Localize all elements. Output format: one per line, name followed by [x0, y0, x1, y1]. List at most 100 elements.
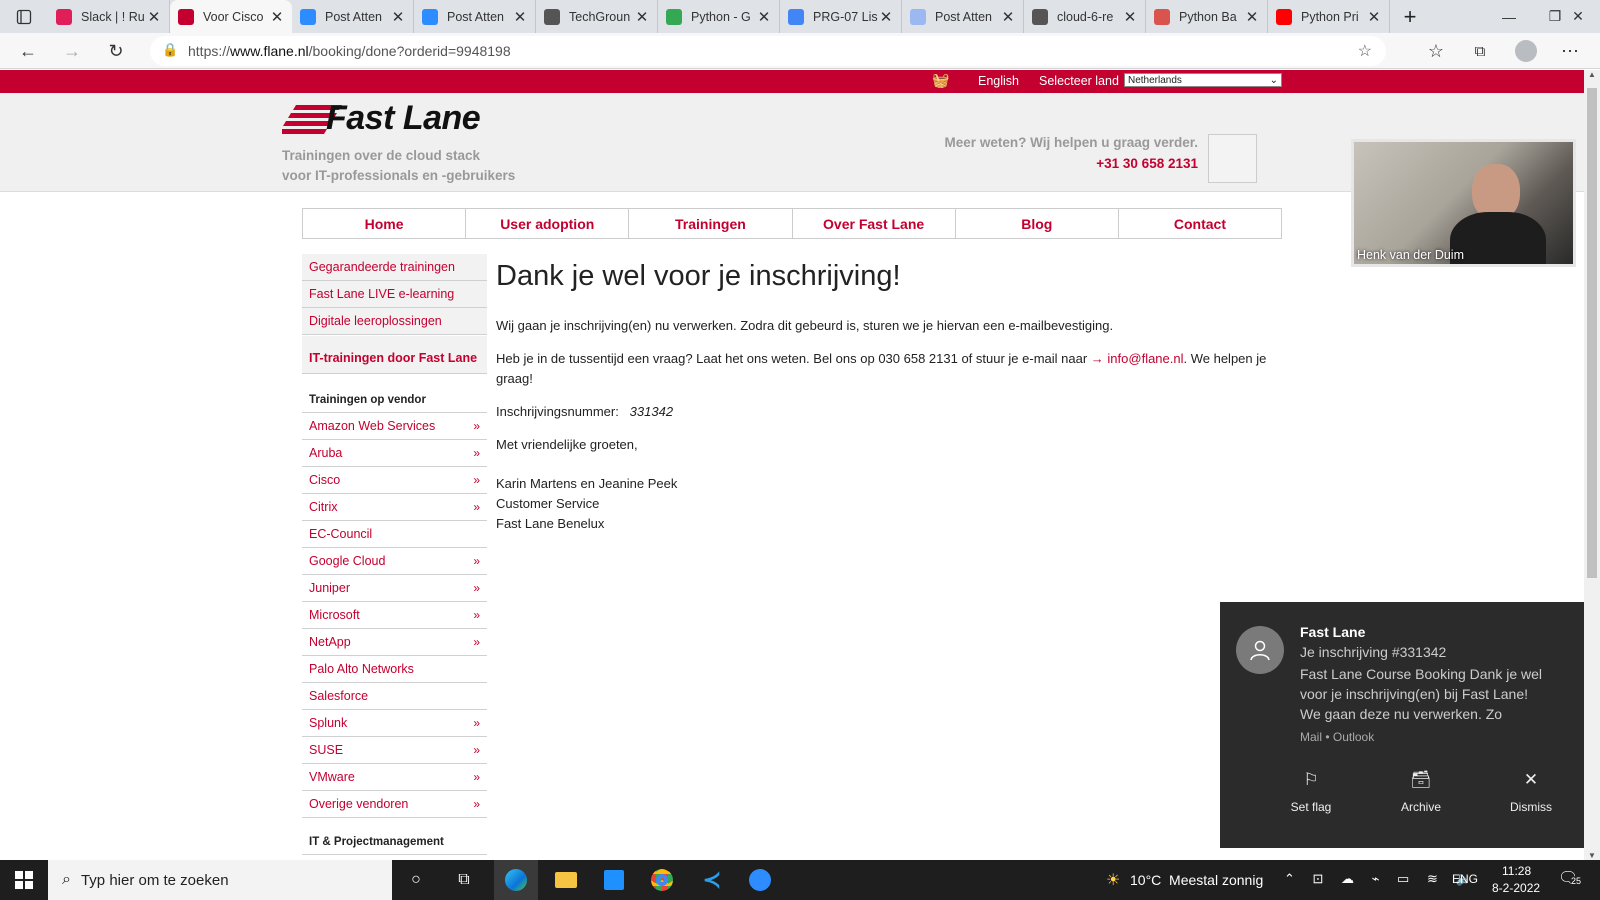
tab-actions-button[interactable]: [0, 0, 48, 33]
taskbar-search[interactable]: ⌕ Typ hier om te zoeken: [48, 860, 392, 900]
forward-button[interactable]: →: [58, 38, 86, 64]
archive-button[interactable]: 🗃 Archive: [1376, 770, 1466, 814]
language-indicator[interactable]: ENG: [1452, 872, 1478, 886]
clock-date[interactable]: 8-2-2022: [1492, 881, 1540, 895]
close-tab-icon[interactable]: ✕: [879, 8, 893, 26]
scroll-thumb[interactable]: [1587, 88, 1597, 578]
chevron-right-icon: »: [473, 716, 480, 730]
sidebar-vendor-link[interactable]: NetApp »: [302, 629, 487, 656]
back-button[interactable]: ←: [14, 38, 42, 64]
sidebar-vendor-link[interactable]: Citrix »: [302, 494, 487, 521]
browser-tab[interactable]: Slack | ! Ru ✕: [48, 0, 170, 33]
vscode-app[interactable]: ≺: [698, 866, 726, 894]
sidebar-vendor-link[interactable]: VMware »: [302, 764, 487, 791]
url-field[interactable]: 🔒 https://www.flane.nl/booking/done?orde…: [150, 36, 1386, 66]
sidebar-vendor-link[interactable]: Microsoft »: [302, 602, 487, 629]
sidebar-link[interactable]: Fast Lane LIVE e-learning: [302, 281, 487, 308]
sidebar-vendor-link[interactable]: Palo Alto Networks: [302, 656, 487, 683]
browser-tab[interactable]: TechGroun ✕: [536, 0, 658, 33]
refresh-button[interactable]: ↻: [102, 38, 130, 64]
confirmation-text: Wij gaan je inschrijving(en) nu verwerke…: [496, 318, 1114, 333]
nav-item[interactable]: Trainingen: [629, 209, 793, 238]
dismiss-button[interactable]: ✕ Dismiss: [1486, 770, 1576, 814]
toast-notification[interactable]: Fast Lane Je inschrijving #331342 Fast L…: [1220, 602, 1584, 848]
close-tab-icon[interactable]: ✕: [270, 8, 284, 26]
weather-text[interactable]: 10°C Meestal zonnig: [1130, 872, 1263, 888]
scroll-up-icon[interactable]: ▲: [1588, 70, 1596, 79]
chrome-app[interactable]: [648, 866, 676, 894]
vendor-label: Citrix: [309, 500, 338, 514]
minimize-button[interactable]: —: [1486, 0, 1532, 33]
nav-item[interactable]: Contact: [1119, 209, 1281, 238]
browser-tab[interactable]: Voor Cisco ✕: [170, 0, 292, 33]
nav-item[interactable]: Blog: [956, 209, 1119, 238]
cart-icon[interactable]: 🧺: [932, 72, 949, 89]
video-call-thumbnail[interactable]: Henk van der Duim: [1351, 139, 1576, 267]
sidebar-vendor-link[interactable]: Salesforce: [302, 683, 487, 710]
close-tab-icon[interactable]: ✕: [1001, 8, 1015, 26]
email-link[interactable]: → info@flane.nl: [1091, 351, 1184, 366]
close-window-button[interactable]: ✕: [1556, 0, 1600, 33]
task-view-button[interactable]: ⧉: [450, 866, 478, 894]
language-link[interactable]: English: [978, 74, 1019, 88]
sidebar-vendor-link[interactable]: Aruba »: [302, 440, 487, 467]
close-tab-icon[interactable]: ✕: [1245, 8, 1259, 26]
sidebar-vendor-link[interactable]: Google Cloud »: [302, 548, 487, 575]
start-button[interactable]: [10, 866, 38, 894]
scroll-down-icon[interactable]: ▼: [1588, 851, 1596, 860]
browser-tab[interactable]: Post Atten ✕: [414, 0, 536, 33]
close-tab-icon[interactable]: ✕: [1367, 8, 1381, 26]
vendor-label: EC-Council: [309, 527, 373, 541]
edge-app[interactable]: [494, 860, 538, 900]
browser-tab[interactable]: Python Ba ✕: [1146, 0, 1268, 33]
browser-tab[interactable]: cloud-6-re ✕: [1024, 0, 1146, 33]
profile-button[interactable]: [1512, 38, 1540, 64]
sidebar-vendor-link[interactable]: Splunk »: [302, 710, 487, 737]
browser-tab[interactable]: PRG-07 Lis ✕: [780, 0, 902, 33]
browser-tab[interactable]: Python Pri ✕: [1268, 0, 1390, 33]
browser-tab[interactable]: Post Atten ✕: [292, 0, 414, 33]
sidebar-link[interactable]: Digitale leeroplossingen: [302, 308, 487, 335]
add-favorite-icon[interactable]: ☆: [1358, 41, 1372, 61]
store-app[interactable]: [600, 866, 628, 894]
cortana-button[interactable]: ○: [402, 866, 430, 894]
tab-title: Python - G: [691, 9, 751, 24]
favorites-button[interactable]: ☆: [1422, 38, 1450, 64]
country-select[interactable]: Netherlands ⌄: [1124, 73, 1282, 87]
browser-tab[interactable]: Post Atten ✕: [902, 0, 1024, 33]
close-tab-icon[interactable]: ✕: [147, 8, 161, 26]
nav-item[interactable]: Over Fast Lane: [793, 209, 956, 238]
zoom-app[interactable]: [746, 866, 774, 894]
nav-item[interactable]: Home: [303, 209, 467, 238]
collections-button[interactable]: ⧉: [1466, 38, 1494, 64]
clock-time[interactable]: 11:28: [1502, 864, 1531, 878]
sidebar-vendor-link[interactable]: Juniper »: [302, 575, 487, 602]
vendor-label: VMware: [309, 770, 355, 784]
tab-title: Python Ba: [1179, 9, 1237, 24]
sidebar-link[interactable]: Gegarandeerde trainingen: [302, 254, 487, 281]
lock-icon: 🔒: [162, 42, 179, 57]
signature-dept: Customer Service: [496, 496, 600, 511]
tab-title: Post Atten: [447, 9, 504, 24]
tray-icons[interactable]: ⌃ ⊡ ☁ ⌁ ▭ ≋ 🔈: [1284, 871, 1479, 887]
close-tab-icon[interactable]: ✕: [635, 8, 649, 26]
nav-item[interactable]: User adoption: [466, 209, 630, 238]
sidebar-vendor-link[interactable]: Overige vendoren »: [302, 791, 487, 818]
close-tab-icon[interactable]: ✕: [757, 8, 771, 26]
file-explorer-app[interactable]: [552, 866, 580, 894]
sidebar-vendor-link[interactable]: SUSE »: [302, 737, 487, 764]
more-button[interactable]: ⋯: [1556, 38, 1584, 64]
close-tab-icon[interactable]: ✕: [1123, 8, 1137, 26]
new-tab-button[interactable]: +: [1390, 0, 1430, 33]
action-center-button[interactable]: 🗨 25: [1558, 868, 1584, 892]
sidebar-vendor-link[interactable]: Cisco »: [302, 467, 487, 494]
sidebar-featured-link[interactable]: IT-trainingen door Fast Lane: [302, 336, 487, 374]
set-flag-button[interactable]: ⚐ Set flag: [1266, 770, 1356, 814]
browser-tab[interactable]: Python - G ✕: [658, 0, 780, 33]
close-tab-icon[interactable]: ✕: [391, 8, 405, 26]
close-tab-icon[interactable]: ✕: [513, 8, 527, 26]
person-body: [1450, 212, 1546, 264]
sidebar-vendor-link[interactable]: EC-Council: [302, 521, 487, 548]
phone-number[interactable]: +31 30 658 2131: [1096, 156, 1198, 171]
sidebar-vendor-link[interactable]: Amazon Web Services »: [302, 413, 487, 440]
